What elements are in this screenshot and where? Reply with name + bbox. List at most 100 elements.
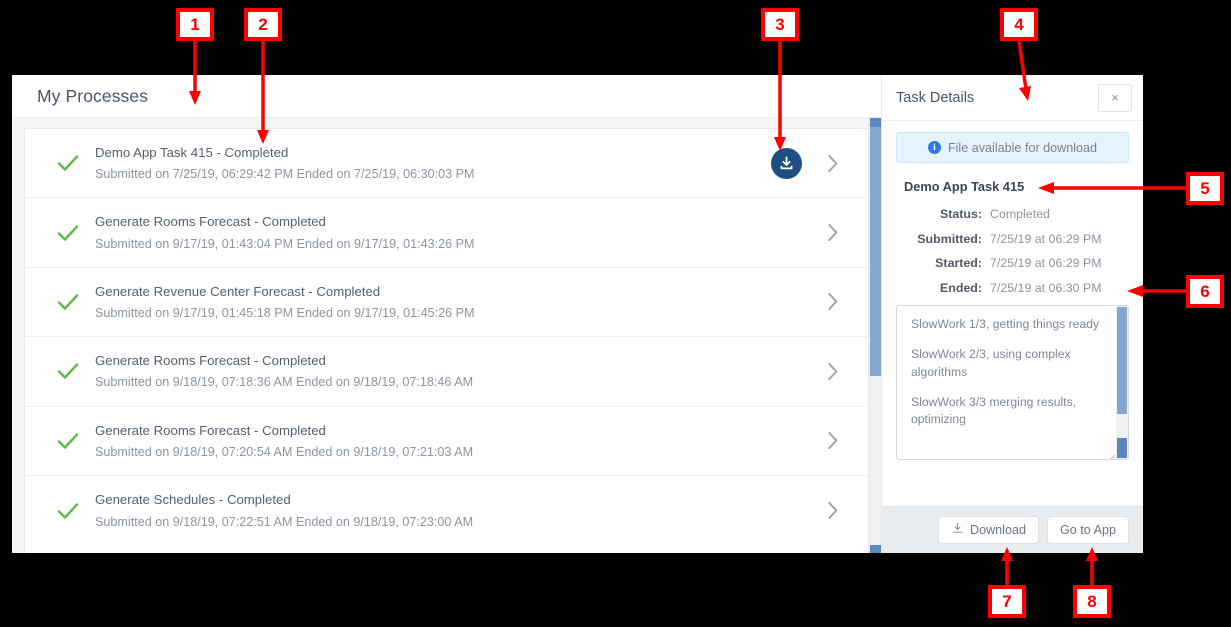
download-icon: [951, 522, 964, 538]
detail-value: 7/25/19 at 06:29 PM: [990, 231, 1102, 246]
detail-value: 7/25/19 at 06:30 PM: [990, 281, 1102, 296]
process-list: Demo App Task 415 - Completed Submitted …: [24, 128, 869, 553]
log-line: SlowWork 2/3, using complex algorithms: [911, 347, 1071, 379]
annotation-arrow-6: [1125, 284, 1188, 300]
processes-body: Demo App Task 415 - Completed Submitted …: [12, 118, 881, 553]
row-subtitle: Submitted on 7/25/19, 06:29:42 PM Ended …: [95, 167, 475, 182]
row-title: Demo App Task 415 - Completed: [95, 145, 289, 160]
task-log-box[interactable]: SlowWork 1/3, getting things ready SlowW…: [896, 304, 1129, 460]
row-actions: [771, 217, 844, 248]
detail-row-started: Started: 7/25/19 at 06:29 PM: [896, 255, 1129, 272]
row-text: Generate Revenue Center Forecast - Compl…: [95, 282, 771, 322]
scrollbar-bottom-marker: [870, 545, 881, 553]
row-text: Generate Rooms Forecast - Completed Subm…: [95, 212, 771, 252]
table-row[interactable]: Generate Rooms Forecast - Completed Subm…: [25, 198, 868, 268]
annotation-arrow-7: [1000, 546, 1016, 587]
row-text: Demo App Task 415 - Completed Submitted …: [95, 143, 771, 183]
processes-header: My Processes: [12, 75, 881, 118]
task-details-body: i File available for download Demo App T…: [882, 121, 1143, 506]
task-details-panel: Task Details × i File available for down…: [881, 75, 1143, 553]
download-slot-empty: [771, 286, 802, 317]
go-to-app-button[interactable]: Go to App: [1046, 516, 1129, 544]
go-to-app-button-label: Go to App: [1059, 523, 1116, 537]
chevron-right-icon[interactable]: [822, 430, 844, 452]
screenshot-root: My Processes Demo App Task 415 - Complet…: [0, 0, 1231, 627]
table-row[interactable]: Generate Rooms Forecast - Completed Subm…: [25, 337, 868, 407]
log-line: SlowWork 1/3, getting things ready: [911, 316, 1100, 331]
annotation-badge-4: 4: [1000, 8, 1038, 41]
detail-label: Started:: [935, 256, 982, 271]
row-text: Generate Rooms Forecast - Completed Subm…: [95, 351, 771, 391]
download-slot-empty: [771, 495, 802, 526]
check-icon: [55, 432, 81, 450]
detail-row-submitted: Submitted: 7/25/19 at 06:29 PM: [896, 231, 1129, 248]
scrollbar-bottom-marker: [1117, 437, 1127, 458]
chevron-right-icon[interactable]: [822, 291, 844, 313]
detail-value: 7/25/19 at 06:29 PM: [990, 256, 1102, 271]
chevron-right-icon[interactable]: [822, 360, 844, 382]
annotation-badge-2: 2: [244, 8, 282, 41]
detail-label: Ended:: [940, 281, 982, 296]
row-actions: [771, 356, 844, 387]
row-title: Generate Rooms Forecast - Completed: [95, 214, 326, 230]
annotation-arrow-5: [1036, 181, 1188, 197]
row-title: Generate Schedules - Completed: [95, 492, 291, 508]
annotation-badge-7: 7: [988, 585, 1026, 618]
table-row[interactable]: Generate Revenue Center Forecast - Compl…: [25, 267, 868, 338]
row-subtitle: Submitted on 9/17/19, 01:45:18 PM Ended …: [95, 305, 475, 320]
annotation-badge-6: 6: [1186, 275, 1224, 308]
row-text: Generate Schedules - Completed Submitted…: [95, 490, 771, 530]
app-window: My Processes Demo App Task 415 - Complet…: [12, 75, 1143, 553]
annotation-arrow-4: [1003, 40, 1033, 103]
annotation-arrow-3: [773, 41, 789, 153]
annotation-badge-3: 3: [761, 8, 799, 41]
row-actions: [771, 425, 844, 456]
chevron-right-icon[interactable]: [822, 222, 844, 244]
row-subtitle: Submitted on 9/18/19, 07:20:54 AM Ended …: [95, 444, 474, 459]
chevron-right-icon[interactable]: [822, 500, 844, 522]
annotation-arrow-1: [188, 41, 204, 107]
download-slot-empty: [771, 425, 802, 456]
close-icon[interactable]: ×: [1098, 83, 1132, 112]
info-icon: i: [927, 141, 941, 154]
download-slot-empty: [771, 217, 802, 248]
annotation-arrow-8: [1085, 546, 1101, 587]
check-icon: [55, 154, 81, 172]
task-log-scrollbar[interactable]: [1116, 305, 1128, 459]
file-available-alert: i File available for download: [896, 132, 1129, 163]
annotation-arrow-2: [256, 41, 272, 146]
chevron-right-icon[interactable]: [822, 152, 844, 174]
table-row[interactable]: Generate Schedules - Completed Submitted…: [25, 475, 868, 546]
table-row[interactable]: Demo App Task 415 - Completed Submitted …: [25, 129, 868, 199]
table-row[interactable]: Generate Rooms Forecast - Completed Subm…: [25, 406, 868, 476]
download-button-label: Download: [969, 523, 1026, 537]
resize-handle-icon[interactable]: [1106, 449, 1116, 459]
page-title: My Processes: [37, 85, 149, 106]
row-title: Generate Revenue Center Forecast - Compl…: [95, 283, 381, 299]
detail-row-status: Status: Completed: [896, 206, 1129, 223]
annotation-badge-8: 8: [1073, 585, 1111, 618]
task-details-title: Task Details: [896, 89, 975, 106]
row-actions: [771, 495, 844, 526]
row-actions: [771, 286, 844, 317]
scrollbar-thumb[interactable]: [870, 118, 881, 376]
row-subtitle: Submitted on 9/18/19, 07:22:51 AM Ended …: [95, 514, 474, 529]
row-title: Generate Rooms Forecast - Completed: [95, 422, 326, 438]
task-log-text: SlowWork 1/3, getting things ready SlowW…: [897, 306, 1116, 459]
scrollbar-thumb[interactable]: [1117, 306, 1127, 414]
annotation-badge-1: 1: [176, 8, 214, 41]
detail-label: Status:: [940, 207, 982, 221]
log-line: SlowWork 3/3 merging results, optimizing: [911, 394, 1077, 427]
row-subtitle: Submitted on 9/18/19, 07:18:36 AM Ended …: [95, 375, 474, 390]
detail-value: Completed: [990, 207, 1050, 221]
file-available-alert-text: File available for download: [947, 140, 1098, 155]
process-list-scrollbar[interactable]: [868, 118, 881, 553]
detail-label: Submitted:: [917, 231, 982, 246]
row-title: Generate Rooms Forecast - Completed: [95, 353, 326, 369]
download-button[interactable]: Download: [937, 516, 1039, 544]
download-slot-empty: [771, 356, 802, 387]
annotation-badge-5: 5: [1186, 172, 1224, 205]
check-icon: [55, 362, 81, 380]
row-subtitle: Submitted on 9/17/19, 01:43:04 PM Ended …: [95, 236, 475, 251]
scrollbar-thumb-cap: [870, 118, 881, 127]
